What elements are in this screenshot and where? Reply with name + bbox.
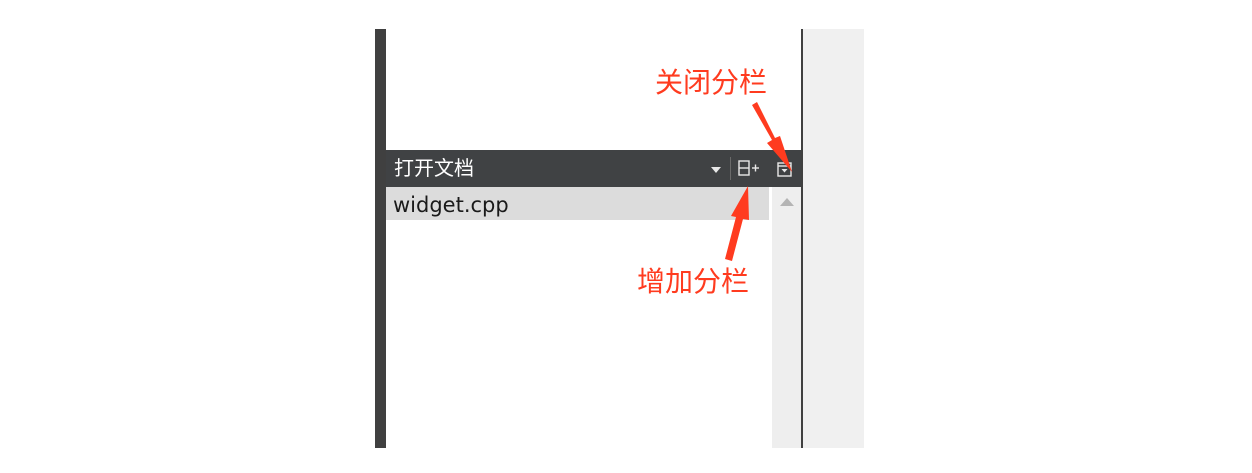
open-documents-header: 打开文档 <box>386 150 801 187</box>
vertical-scrollbar[interactable] <box>772 187 801 448</box>
dropdown-arrow-icon[interactable] <box>711 167 721 173</box>
open-documents-title: 打开文档 <box>394 156 474 180</box>
right-gray-area <box>803 29 864 448</box>
scroll-up-icon[interactable] <box>780 198 794 206</box>
screenshot-stage: 打开文档 widget.cpp 关闭分栏 增加分栏 <box>0 0 1252 473</box>
document-name: widget.cpp <box>393 193 509 217</box>
header-separator <box>730 157 731 180</box>
list-item[interactable]: widget.cpp <box>386 187 769 220</box>
open-documents-list: widget.cpp <box>386 187 772 448</box>
close-split-annotation: 关闭分栏 <box>655 66 768 99</box>
split-add-icon <box>738 160 759 176</box>
add-split-button[interactable] <box>736 157 762 180</box>
close-split-icon <box>777 162 792 177</box>
add-split-annotation: 增加分栏 <box>637 265 750 298</box>
close-split-button[interactable] <box>776 161 794 179</box>
left-edge-bar <box>375 29 386 448</box>
